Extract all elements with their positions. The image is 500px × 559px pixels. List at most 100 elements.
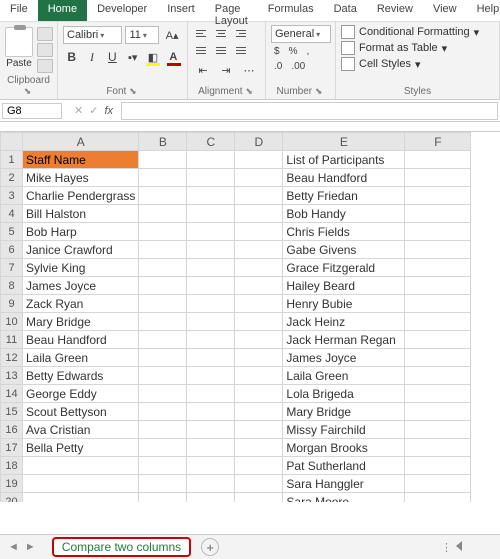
cell-styles-button[interactable]: Cell Styles ▾ — [341, 57, 494, 71]
cell[interactable] — [139, 349, 187, 367]
cell[interactable] — [139, 475, 187, 493]
cell[interactable]: Grace Fitzgerald — [283, 259, 405, 277]
cell[interactable]: Chris Fields — [283, 223, 405, 241]
name-box[interactable] — [2, 103, 62, 119]
cell[interactable] — [23, 475, 139, 493]
cell[interactable]: Bob Harp — [23, 223, 139, 241]
cell[interactable]: Jack Herman Regan — [283, 331, 405, 349]
cell[interactable] — [405, 349, 471, 367]
row-header[interactable]: 16 — [1, 421, 23, 439]
cell[interactable] — [139, 421, 187, 439]
copy-icon[interactable] — [37, 43, 53, 57]
cell[interactable] — [139, 223, 187, 241]
cut-icon[interactable] — [37, 27, 53, 41]
cell[interactable] — [405, 457, 471, 475]
menu-tab-insert[interactable]: Insert — [157, 0, 205, 21]
cell[interactable]: Sara Moore — [283, 493, 405, 503]
cell[interactable] — [187, 223, 235, 241]
cell[interactable]: List of Participants — [283, 151, 405, 169]
hscroll-left-icon[interactable] — [456, 541, 462, 551]
cell[interactable] — [235, 367, 283, 385]
cell[interactable] — [235, 475, 283, 493]
cell[interactable] — [405, 223, 471, 241]
sheet-tab-active[interactable]: Compare two columns — [52, 537, 191, 557]
cell[interactable] — [235, 331, 283, 349]
cell[interactable] — [235, 223, 283, 241]
column-header-A[interactable]: A — [23, 133, 139, 151]
row-header[interactable]: 1 — [1, 151, 23, 169]
cell[interactable] — [235, 259, 283, 277]
dialog-launcher-icon[interactable]: ⬊ — [315, 86, 325, 96]
cell[interactable] — [405, 295, 471, 313]
cell[interactable] — [139, 241, 187, 259]
row-header[interactable]: 19 — [1, 475, 23, 493]
cell[interactable] — [187, 457, 235, 475]
cell[interactable] — [139, 457, 187, 475]
cell[interactable]: Staff Name — [23, 151, 139, 169]
bold-button[interactable]: B — [63, 47, 80, 67]
row-header[interactable]: 11 — [1, 331, 23, 349]
font-family-combo[interactable]: Calibri▾ — [63, 26, 122, 44]
fx-icon[interactable]: fx — [104, 105, 113, 117]
cell[interactable] — [187, 277, 235, 295]
cell[interactable]: Morgan Brooks — [283, 439, 405, 457]
cell[interactable] — [187, 439, 235, 457]
cell[interactable] — [23, 457, 139, 475]
cell[interactable]: Henry Bubie — [283, 295, 405, 313]
column-header-B[interactable]: B — [139, 133, 187, 151]
cell[interactable] — [187, 349, 235, 367]
row-header[interactable]: 17 — [1, 439, 23, 457]
comma-button[interactable]: , — [303, 45, 312, 58]
row-header[interactable]: 4 — [1, 205, 23, 223]
format-painter-icon[interactable] — [37, 59, 53, 73]
cell[interactable]: Betty Friedan — [283, 187, 405, 205]
cell[interactable] — [235, 187, 283, 205]
select-all-corner[interactable] — [1, 133, 23, 151]
cell[interactable]: Gabe Givens — [283, 241, 405, 259]
worksheet-area[interactable]: ABCDEF 1Staff NameList of Participants2M… — [0, 132, 500, 502]
dialog-launcher-icon[interactable]: ⬊ — [24, 86, 34, 96]
cell[interactable] — [187, 331, 235, 349]
row-header[interactable]: 20 — [1, 493, 23, 503]
cell[interactable] — [187, 313, 235, 331]
cancel-icon[interactable]: ✕ — [74, 104, 83, 117]
percent-button[interactable]: % — [286, 45, 301, 58]
cell[interactable] — [235, 205, 283, 223]
cell[interactable] — [405, 259, 471, 277]
spreadsheet-grid[interactable]: ABCDEF 1Staff NameList of Participants2M… — [0, 132, 471, 502]
cell[interactable] — [235, 169, 283, 187]
cell[interactable] — [187, 421, 235, 439]
row-header[interactable]: 8 — [1, 277, 23, 295]
row-header[interactable]: 7 — [1, 259, 23, 277]
cell[interactable]: Bella Petty — [23, 439, 139, 457]
column-header-F[interactable]: F — [405, 133, 471, 151]
row-header[interactable]: 15 — [1, 403, 23, 421]
paste-button[interactable]: Paste — [5, 25, 33, 73]
cell[interactable] — [235, 277, 283, 295]
cell[interactable] — [187, 151, 235, 169]
cell[interactable] — [405, 151, 471, 169]
cell[interactable]: Sara Hanggler — [283, 475, 405, 493]
dialog-launcher-icon[interactable]: ⬊ — [245, 86, 255, 96]
column-header-D[interactable]: D — [235, 133, 283, 151]
increase-indent-icon[interactable]: ⇥ — [216, 60, 236, 80]
cell[interactable] — [139, 205, 187, 223]
menu-tab-help[interactable]: Help — [467, 0, 500, 21]
cell[interactable]: Sylvie King — [23, 259, 139, 277]
cell[interactable]: James Joyce — [23, 277, 139, 295]
underline-button[interactable]: U — [104, 47, 121, 67]
cell[interactable] — [405, 367, 471, 385]
cell[interactable] — [139, 313, 187, 331]
cell[interactable] — [187, 385, 235, 403]
cell[interactable]: Betty Edwards — [23, 367, 139, 385]
wrap-merge-icon[interactable]: ⋯ — [239, 60, 259, 80]
cell[interactable]: Beau Handford — [283, 169, 405, 187]
font-size-combo[interactable]: 11▾ — [125, 26, 159, 44]
cell[interactable]: Hailey Beard — [283, 277, 405, 295]
cell[interactable] — [187, 403, 235, 421]
hscroll-handle[interactable]: ⋮ — [441, 541, 452, 554]
increase-decimal-button[interactable]: .0 — [271, 60, 285, 73]
cell[interactable] — [235, 439, 283, 457]
format-as-table-button[interactable]: Format as Table ▾ — [341, 41, 494, 55]
cell[interactable]: Janice Crawford — [23, 241, 139, 259]
